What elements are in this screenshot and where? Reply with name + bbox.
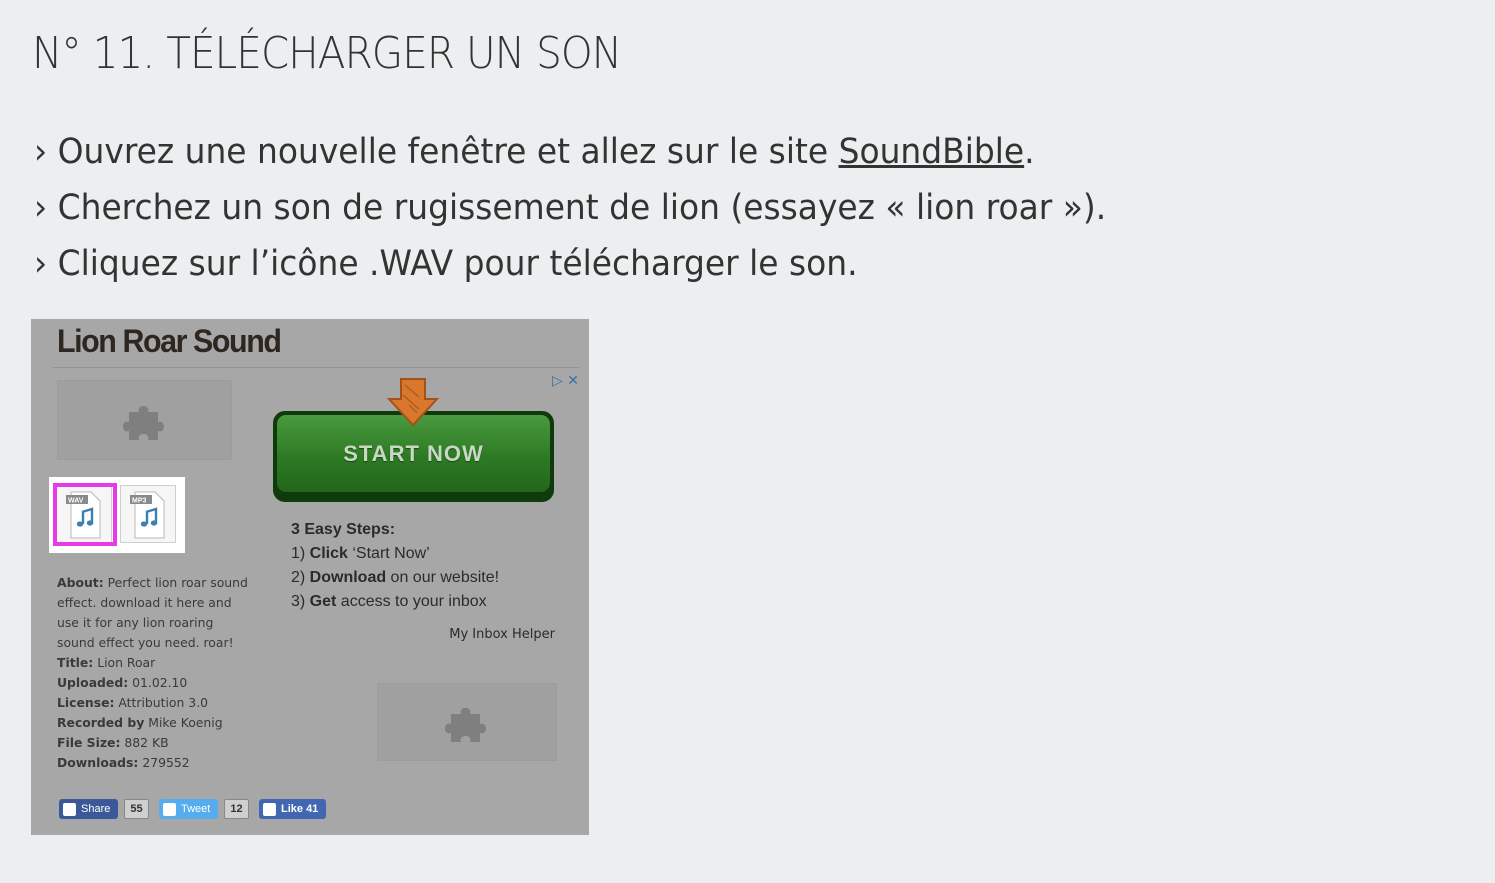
puzzle-icon — [445, 708, 486, 742]
detail-label: File Size: — [57, 735, 121, 750]
detail-title: Title: Lion Roar — [57, 653, 242, 673]
about-line: sound effect you need. roar! — [57, 635, 234, 650]
detail-value: Attribution 3.0 — [118, 695, 209, 710]
page-title: N° 11. TÉLÉCHARGER UN SON — [32, 28, 622, 79]
about-label: About: — [57, 575, 104, 590]
detail-label: License: — [57, 695, 115, 710]
detail-value: 01.02.10 — [132, 675, 188, 690]
mp3-file-icon: MP3 — [130, 491, 165, 539]
facebook-like: Like 41 — [259, 799, 327, 819]
step-verb: Get — [309, 593, 337, 610]
step-number: 1) — [291, 545, 310, 562]
detail-label: Recorded by — [57, 715, 145, 730]
detail-recorded-by: Recorded by Mike Koenig — [57, 713, 242, 733]
detail-downloads: Downloads: 279552 — [57, 753, 242, 773]
tweet-count: 12 — [224, 799, 249, 819]
mp3-download-button[interactable]: MP3 — [120, 485, 176, 543]
about-line: use it for any lion roaring — [57, 615, 214, 630]
about-line: effect. download it here and — [57, 595, 232, 610]
soundbible-screenshot: Lion Roar Sound WAV MP3 About: Perfect l… — [31, 319, 589, 835]
step-number: 2) — [291, 569, 310, 586]
instruction-text: . — [1024, 132, 1035, 172]
thumbs-up-icon — [263, 802, 276, 816]
share-count: 55 — [124, 799, 149, 819]
step-verb: Download — [309, 569, 387, 586]
title-divider — [53, 367, 579, 368]
like-label: Like 41 — [281, 803, 319, 815]
download-icons: WAV MP3 — [49, 477, 185, 553]
ad-step: 3) Get access to your inbox — [291, 590, 499, 614]
instruction-step-3: › Cliquez sur l’icône .WAV pour téléchar… — [34, 244, 858, 284]
step-verb: Click — [309, 545, 348, 562]
ad-steps: 3 Easy Steps: 1) Click ‘Start Now’ 2) Do… — [291, 518, 499, 614]
svg-text:MP3: MP3 — [132, 498, 147, 505]
wav-highlight-frame — [53, 483, 117, 546]
instruction-step-1: › Ouvrez une nouvelle fenêtre et allez s… — [34, 124, 1106, 180]
sound-title: Lion Roar Sound — [57, 323, 282, 359]
steps-title-text: 3 Easy Steps: — [291, 521, 396, 538]
step-number: 3) — [291, 593, 310, 610]
twitter-share: Tweet 12 — [159, 799, 249, 819]
facebook-share: Share 55 — [59, 799, 149, 819]
detail-license: License: Attribution 3.0 — [57, 693, 242, 713]
share-label: Share — [81, 803, 111, 815]
detail-uploaded: Uploaded: 01.02.10 — [57, 673, 242, 693]
tweet-label: Tweet — [181, 803, 211, 815]
tweet-button[interactable]: Tweet — [159, 799, 219, 819]
soundbible-link[interactable]: SoundBible — [839, 132, 1025, 172]
step-text: ‘Start Now’ — [347, 545, 430, 562]
like-button[interactable]: Like 41 — [259, 799, 327, 819]
detail-value: 882 KB — [124, 735, 169, 750]
instruction-list: › Ouvrez une nouvelle fenêtre et allez s… — [34, 124, 1175, 292]
instruction-text: › Ouvrez une nouvelle fenêtre et allez s… — [34, 132, 839, 172]
step-text: access to your inbox — [336, 593, 487, 610]
twitter-bird-icon — [163, 802, 176, 816]
about-line: About: Perfect lion roar sound — [57, 573, 248, 593]
detail-value: Mike Koenig — [148, 715, 223, 730]
about-text: Perfect lion roar sound — [107, 575, 248, 590]
detail-file-size: File Size: 882 KB — [57, 733, 242, 753]
detail-label: Uploaded: — [57, 675, 129, 690]
sound-details: About: Perfect lion roar sound effect. d… — [57, 573, 248, 773]
ad-step: 2) Download on our website! — [291, 566, 499, 590]
step-text: on our website! — [386, 569, 500, 586]
detail-label: Title: — [57, 655, 94, 670]
steps-title: 3 Easy Steps: — [291, 518, 499, 542]
instruction-step-2: › Cherchez un son de rugissement de lion… — [34, 188, 1107, 228]
plugin-placeholder — [57, 380, 232, 460]
facebook-icon — [63, 802, 76, 816]
detail-value: 279552 — [142, 755, 190, 770]
share-button[interactable]: Share — [59, 799, 119, 819]
detail-label: Downloads: — [57, 755, 139, 770]
puzzle-icon — [122, 406, 164, 440]
advertiser-name[interactable]: My Inbox Helper — [449, 627, 555, 642]
ad-choices-icon[interactable]: ▷ ✕ — [552, 373, 579, 389]
ad-step: 1) Click ‘Start Now’ — [291, 542, 499, 566]
plugin-placeholder — [377, 683, 557, 761]
arrow-down-icon — [387, 378, 439, 427]
detail-value: Lion Roar — [97, 655, 156, 670]
